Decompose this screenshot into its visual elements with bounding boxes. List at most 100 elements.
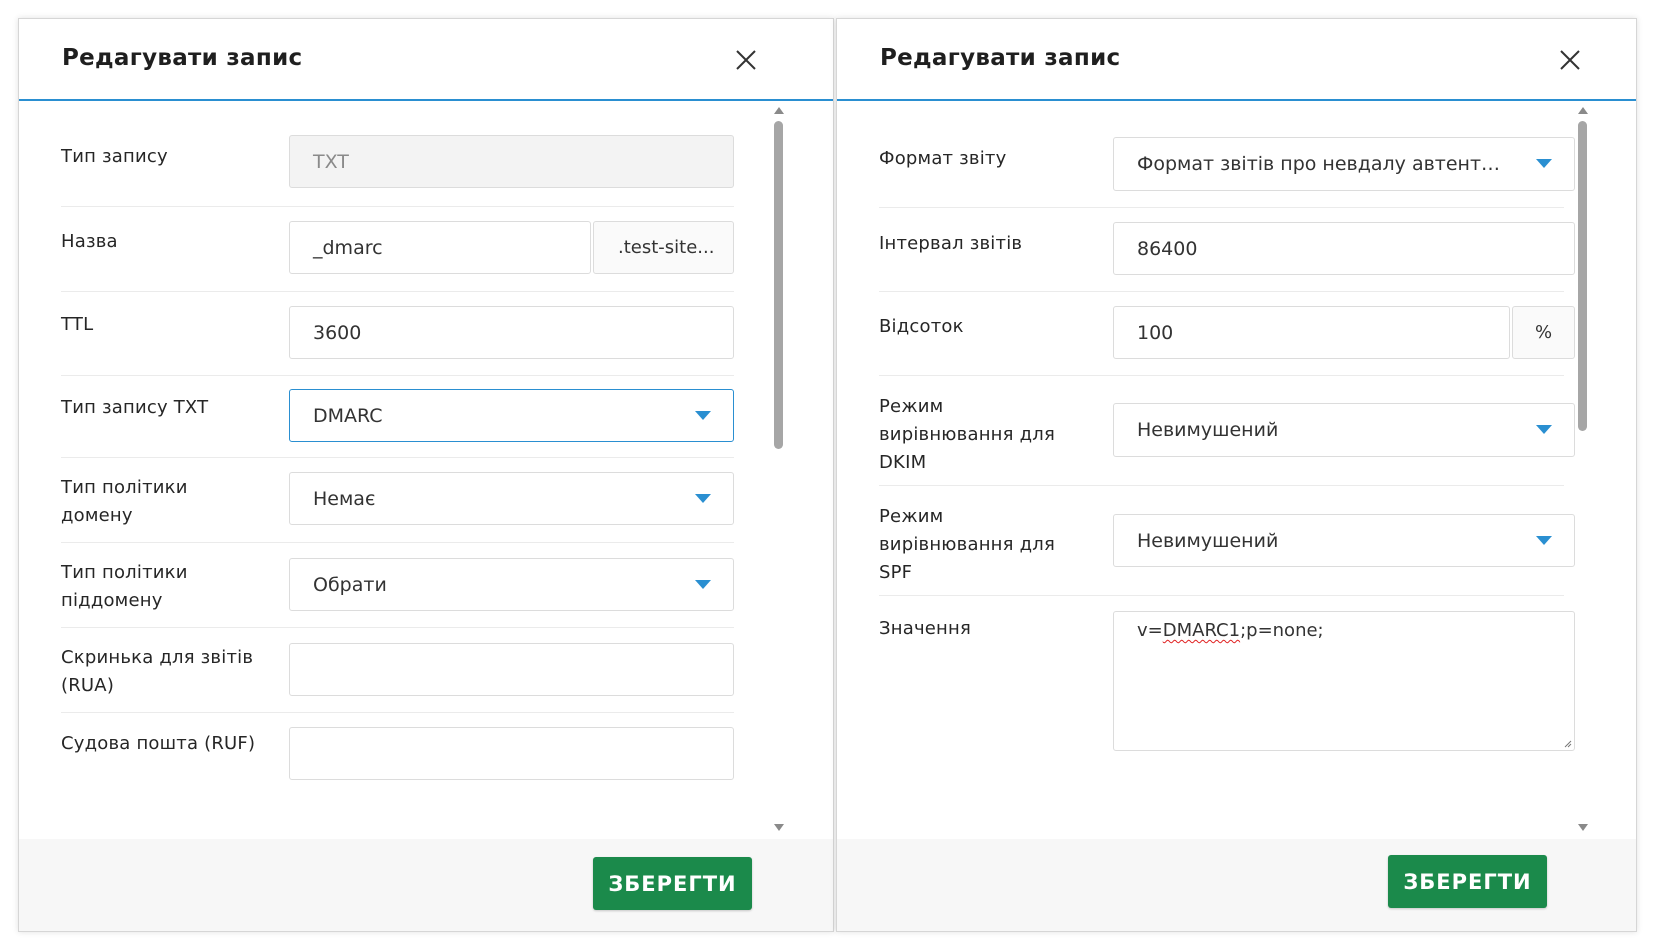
- divider: [879, 291, 1564, 292]
- record-type-label: Тип запису: [61, 146, 168, 167]
- dialog-footer: ЗБЕРЕГТИ: [19, 839, 833, 931]
- domain-policy-select[interactable]: Немає: [289, 472, 734, 525]
- ruf-label: Судова пошта (RUF): [61, 733, 256, 754]
- percent-label: Відсоток: [879, 316, 964, 337]
- divider: [879, 375, 1564, 376]
- percent-input[interactable]: 100: [1113, 306, 1510, 359]
- name-value: _dmarc: [313, 236, 383, 259]
- scroll-up-arrow-icon[interactable]: [1578, 107, 1588, 114]
- scrollbar-thumb[interactable]: [774, 121, 783, 449]
- report-interval-label: Інтервал звітів: [879, 233, 1023, 254]
- txt-type-select[interactable]: DMARC: [289, 389, 734, 442]
- scroll-down-arrow-icon[interactable]: [774, 824, 784, 831]
- close-button[interactable]: [1557, 47, 1583, 73]
- rua-label: Скринька для звітів (RUA): [61, 644, 253, 700]
- value-label: Значення: [879, 618, 972, 639]
- dkim-alignment-value: Невимушений: [1137, 419, 1279, 441]
- value-text-prefix: v=: [1137, 620, 1163, 641]
- caret-down-icon: [1536, 425, 1552, 434]
- divider: [61, 206, 734, 207]
- ruf-input[interactable]: [289, 727, 734, 780]
- dkim-alignment-label: Режим вирівнювання для DKIM: [879, 393, 1055, 477]
- edit-record-dialog-right: Редагувати запис Формат звіту Формат зві…: [836, 18, 1637, 932]
- label-line: піддомену: [61, 590, 163, 611]
- value-text-suffix: ;p=none;: [1240, 620, 1324, 641]
- save-button[interactable]: ЗБЕРЕГТИ: [1388, 855, 1547, 908]
- label-line: (RUA): [61, 675, 115, 696]
- txt-type-label: Тип запису TXT: [61, 397, 209, 418]
- dialog-title: Редагувати запис: [880, 45, 1121, 71]
- dialog-footer: ЗБЕРЕГТИ: [837, 839, 1636, 931]
- report-interval-value: 86400: [1137, 237, 1198, 260]
- label-line: вирівнювання для: [879, 424, 1055, 445]
- label-line: Тип політики: [61, 562, 188, 583]
- divider: [879, 595, 1564, 596]
- dialog-header: Редагувати запис: [837, 19, 1636, 101]
- dialog-header: Редагувати запис: [19, 19, 833, 101]
- close-x-icon: [1560, 50, 1580, 70]
- percent-sign: %: [1534, 322, 1553, 343]
- close-x-icon: [736, 50, 756, 70]
- scrollbar[interactable]: [1576, 105, 1590, 831]
- scroll-up-arrow-icon[interactable]: [774, 107, 784, 114]
- ttl-label: TTL: [61, 314, 94, 335]
- dialog-body: Тип запису TXT Назва _dmarc .test-site..…: [19, 103, 833, 836]
- report-interval-input[interactable]: 86400: [1113, 222, 1575, 275]
- value-text-misspelled: DMARC1: [1162, 620, 1241, 641]
- label-line: Режим: [879, 396, 944, 417]
- record-type-field: TXT: [289, 135, 734, 188]
- domain-suffix: .test-site...: [593, 221, 734, 274]
- edit-record-dialog-left: Редагувати запис Тип запису TXT Назва _d…: [18, 18, 834, 932]
- txt-type-value: DMARC: [313, 404, 383, 427]
- record-type-value: TXT: [313, 150, 349, 173]
- divider: [61, 291, 734, 292]
- domain-suffix-value: .test-site...: [618, 237, 715, 258]
- report-format-select[interactable]: Формат звітів про невдалу автенти...: [1113, 137, 1575, 191]
- divider: [61, 457, 734, 458]
- scroll-down-arrow-icon[interactable]: [1578, 824, 1588, 831]
- caret-down-icon: [1536, 159, 1552, 168]
- label-line: Тип політики: [61, 477, 188, 498]
- percent-value: 100: [1137, 321, 1174, 344]
- domain-policy-label: Тип політики домену: [61, 474, 188, 530]
- subdomain-policy-label: Тип політики піддомену: [61, 559, 188, 615]
- scrollbar-thumb[interactable]: [1578, 121, 1587, 431]
- label-line: DKIM: [879, 452, 927, 473]
- divider: [61, 375, 734, 376]
- divider: [61, 712, 734, 713]
- caret-down-icon: [695, 410, 711, 420]
- ttl-input[interactable]: 3600: [289, 306, 734, 359]
- save-button[interactable]: ЗБЕРЕГТИ: [593, 857, 752, 910]
- ttl-value: 3600: [313, 321, 362, 344]
- divider: [879, 207, 1564, 208]
- spf-alignment-select[interactable]: Невимушений: [1113, 514, 1575, 567]
- subdomain-policy-value: Обрати: [313, 573, 387, 596]
- name-input[interactable]: _dmarc: [289, 221, 591, 274]
- scrollbar[interactable]: [772, 105, 786, 831]
- label-line: Скринька для звітів: [61, 647, 254, 668]
- percent-suffix: %: [1512, 306, 1575, 359]
- caret-down-icon: [1536, 535, 1552, 545]
- label-line: домену: [61, 505, 133, 526]
- dialog-body: Формат звіту Формат звітів про невдалу а…: [837, 103, 1636, 836]
- resize-grip-icon[interactable]: [1562, 738, 1572, 748]
- dialog-title: Редагувати запис: [62, 45, 303, 71]
- label-line: вирівнювання для: [879, 534, 1055, 555]
- domain-policy-value: Немає: [313, 487, 376, 510]
- divider: [61, 627, 734, 628]
- divider: [61, 542, 734, 543]
- report-format-value: Формат звітів про невдалу автенти...: [1137, 153, 1504, 175]
- caret-down-icon: [695, 493, 711, 503]
- spf-alignment-value: Невимушений: [1137, 529, 1279, 552]
- value-textarea[interactable]: v=DMARC1;p=none;: [1113, 611, 1575, 751]
- caret-down-icon: [695, 579, 711, 589]
- name-label: Назва: [61, 231, 118, 252]
- label-line: SPF: [879, 562, 913, 583]
- spf-alignment-label: Режим вирівнювання для SPF: [879, 503, 1055, 587]
- report-format-label: Формат звіту: [879, 148, 1007, 169]
- dkim-alignment-select[interactable]: Невимушений: [1113, 403, 1575, 457]
- subdomain-policy-select[interactable]: Обрати: [289, 558, 734, 611]
- close-button[interactable]: [733, 47, 759, 73]
- rua-input[interactable]: [289, 643, 734, 696]
- divider: [879, 485, 1564, 486]
